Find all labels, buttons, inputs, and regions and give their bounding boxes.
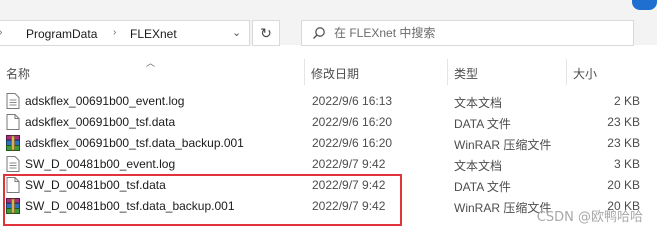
file-size: 3 KB [613,157,640,171]
file-row[interactable]: adskflex_00691b00_tsf.data 2022/9/6 16:2… [0,111,657,133]
text-file-icon [6,93,20,109]
file-name[interactable]: adskflex_00691b00_tsf.data_backup.001 [25,136,244,150]
watermark: CSDN @欧鸭哈哈 [536,210,643,225]
address-bar-area: › ProgramData › FLEXnet ⌄ ↻ [0,0,657,46]
chevron-right-icon[interactable]: › [113,27,116,38]
column-header-name[interactable]: 名称 [6,65,30,82]
search-input[interactable] [334,25,614,41]
winrar-archive-icon [6,135,20,151]
chevron-down-icon[interactable]: ⌄ [232,26,241,39]
column-divider[interactable] [447,59,448,85]
file-type: DATA 文件 [454,117,511,131]
file-row[interactable]: adskflex_00691b00_tsf.data_backup.001 20… [0,132,657,154]
column-header-row: ︿ 名称 修改日期 类型 大小 [0,55,657,85]
blank-file-icon [6,114,20,130]
file-name[interactable]: adskflex_00691b00_tsf.data [25,115,175,129]
column-header-date[interactable]: 修改日期 [311,65,359,82]
column-divider[interactable] [566,59,567,85]
text-file-icon [6,156,20,172]
file-date: 2022/9/6 16:20 [312,115,393,129]
file-size: 23 KB [607,136,640,150]
file-date: 2022/9/6 16:13 [312,94,393,108]
chevron-right-icon[interactable]: › [0,27,2,38]
search-icon [313,27,325,39]
search-box[interactable] [301,20,634,46]
file-name[interactable]: adskflex_00691b00_event.log [25,94,184,108]
breadcrumb-programdata[interactable]: ProgramData [26,27,97,41]
column-divider[interactable] [304,59,305,85]
file-size: 20 KB [607,178,640,192]
file-type: 文本文档 [454,96,503,110]
file-name[interactable]: SW_D_00481b00_event.log [25,157,175,171]
file-date: 2022/9/6 16:20 [312,136,393,150]
file-row[interactable]: adskflex_00691b00_event.log 2022/9/6 16:… [0,90,657,112]
window-accent [632,0,657,10]
column-header-size[interactable]: 大小 [573,65,597,82]
file-type: WinRAR 压缩文件 [454,138,552,152]
column-header-type[interactable]: 类型 [454,65,478,82]
refresh-button[interactable]: ↻ [252,20,280,46]
refresh-icon: ↻ [260,25,272,41]
file-type: 文本文档 [454,159,503,173]
file-row[interactable]: SW_D_00481b00_event.log 2022/9/7 9:42 文本… [0,153,657,175]
breadcrumb[interactable]: › ProgramData › FLEXnet ⌄ [0,20,250,46]
sort-ascending-icon: ︿ [146,58,156,68]
highlight-box [3,174,402,226]
file-size: 2 KB [613,94,640,108]
file-type: DATA 文件 [454,180,511,194]
file-size: 23 KB [607,115,640,129]
file-date: 2022/9/7 9:42 [312,157,386,171]
breadcrumb-flexnet[interactable]: FLEXnet [130,27,177,41]
